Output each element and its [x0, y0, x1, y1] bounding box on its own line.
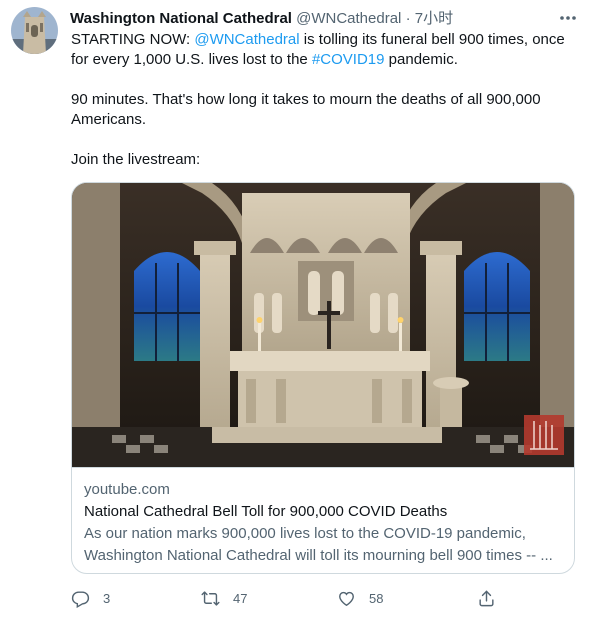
cathedral-altar-image	[72, 183, 574, 467]
card-text: youtube.com National Cathedral Bell Toll…	[84, 480, 562, 566]
mention-link[interactable]: @WNCathedral	[194, 31, 299, 48]
more-dots-icon	[560, 16, 576, 20]
tweet-paragraph-3: Join the livestream:	[71, 151, 201, 168]
card-thumbnail-image[interactable]	[72, 183, 574, 468]
author-avatar[interactable]	[11, 7, 58, 54]
heart-icon	[339, 591, 354, 607]
card-description-line-2: Washington National Cathedral will toll …	[84, 547, 553, 564]
text-segment: pandemic.	[384, 51, 458, 68]
tweet-timestamp[interactable]: 7小时	[415, 10, 453, 27]
text-segment: STARTING NOW:	[71, 31, 195, 48]
share-button[interactable]	[477, 589, 496, 608]
like-button[interactable]: 58	[337, 589, 383, 608]
reply-button[interactable]: 3	[71, 589, 110, 608]
card-description-line-1: As our nation marks 900,000 lives lost t…	[84, 525, 526, 542]
share-icon	[479, 590, 494, 607]
tweet-header: Washington National Cathedral @WNCathedr…	[70, 9, 556, 29]
tweet-action-bar: 3 47 58	[71, 589, 571, 609]
link-preview-card[interactable]: youtube.com National Cathedral Bell Toll…	[71, 182, 575, 574]
tweet-text: STARTING NOW: @WNCathedral is tolling it…	[71, 30, 571, 170]
retweet-button[interactable]: 47	[201, 589, 247, 608]
author-handle[interactable]: @WNCathedral	[296, 10, 401, 27]
cathedral-avatar-image	[11, 7, 58, 54]
retweet-count: 47	[233, 591, 248, 606]
hashtag-link[interactable]: #COVID19	[312, 51, 385, 68]
retweet-icon	[201, 591, 220, 606]
reply-icon	[71, 591, 90, 608]
tweet-paragraph-1: STARTING NOW: @WNCathedral is tolling it…	[71, 30, 571, 70]
author-name[interactable]: Washington National Cathedral	[70, 10, 292, 27]
tweet-paragraph-2: 90 minutes. That's how long it takes to …	[71, 91, 541, 128]
card-domain: youtube.com	[84, 481, 170, 498]
header-separator: ·	[405, 10, 411, 27]
like-count: 58	[369, 591, 384, 606]
reply-count: 3	[103, 591, 111, 606]
card-title[interactable]: National Cathedral Bell Toll for 900,000…	[84, 502, 562, 522]
more-options-button[interactable]	[557, 7, 579, 29]
